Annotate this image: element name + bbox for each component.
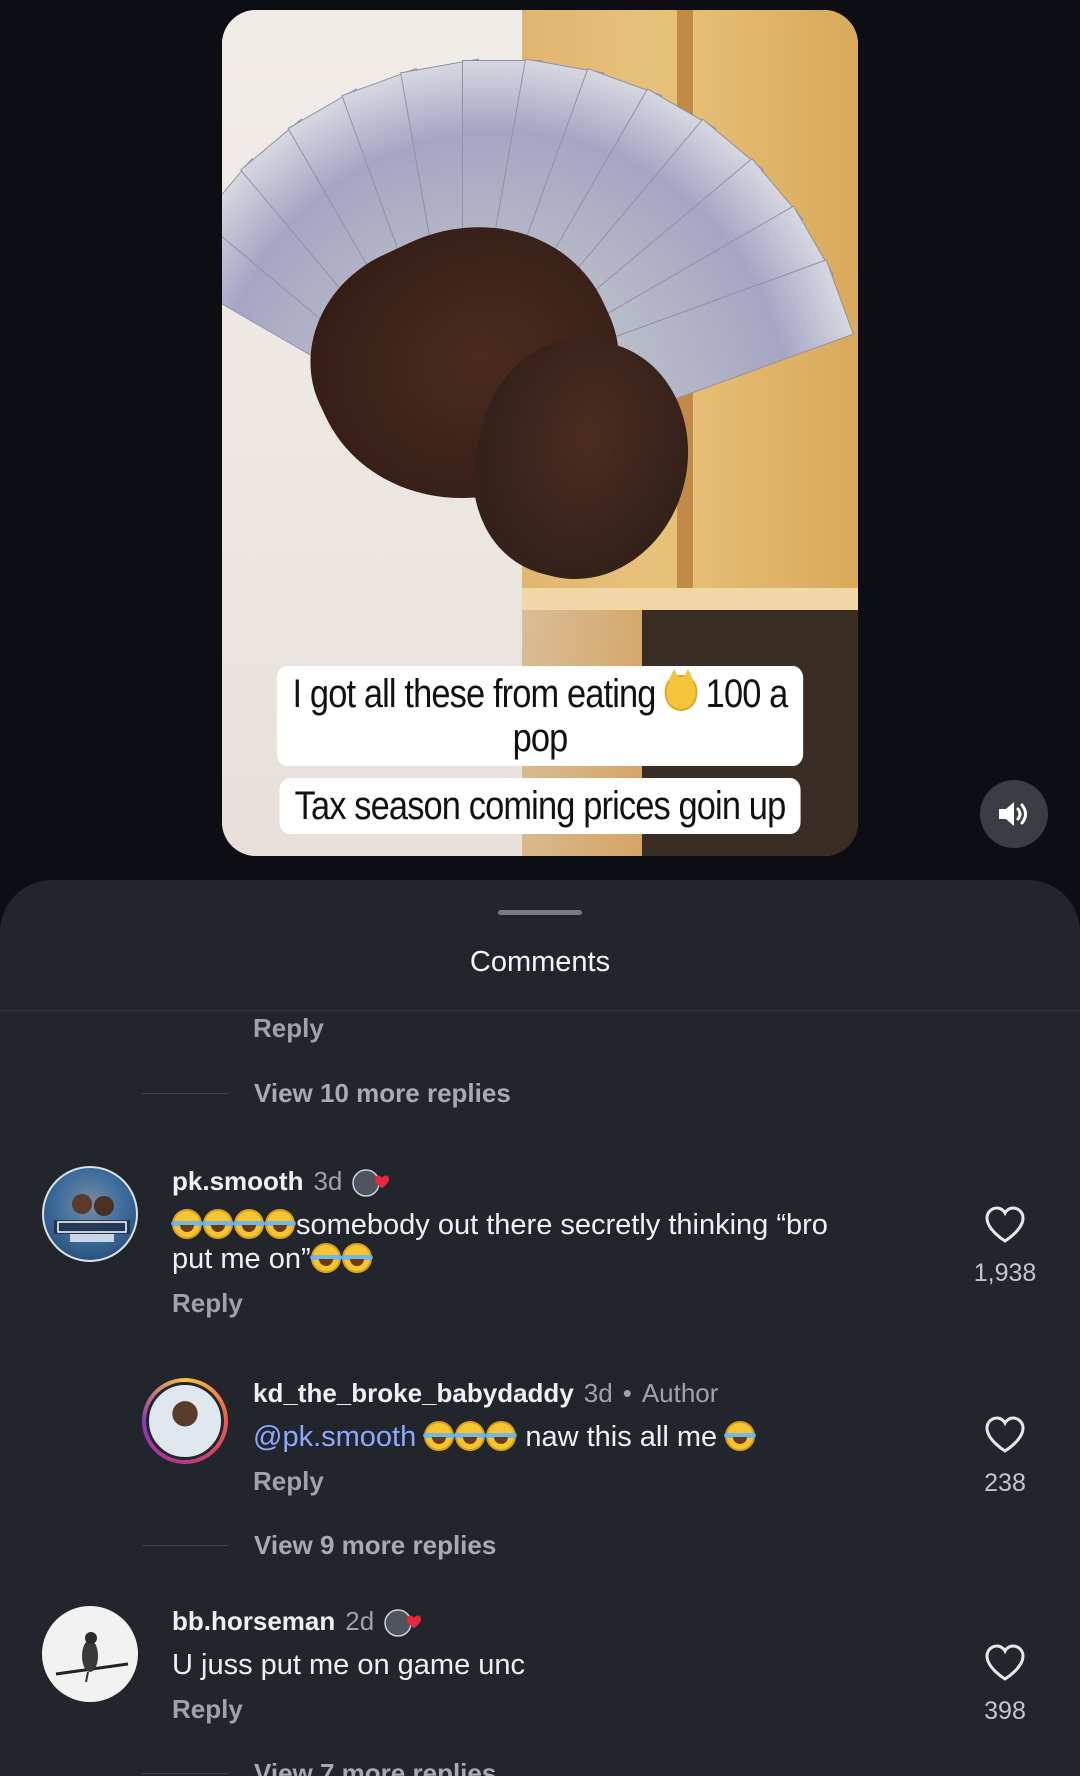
video-caption: I got all these from eating 100 a pop bbox=[76, 666, 1005, 766]
reply-button[interactable]: Reply bbox=[172, 1288, 243, 1319]
like-button[interactable]: 238 bbox=[960, 1416, 1050, 1498]
view-more-replies-label: View 10 more replies bbox=[254, 1077, 511, 1108]
thread-line bbox=[142, 1092, 228, 1094]
caption-text: Tax season coming prices goin up bbox=[279, 778, 801, 834]
comment-text: somebody out there secretly thinking “br… bbox=[171, 1208, 912, 1276]
comment-meta: bb.horseman 2d bbox=[172, 1606, 422, 1637]
like-count: 1,938 bbox=[973, 1259, 1037, 1287]
laughing-emoji-icon bbox=[233, 1209, 265, 1239]
cat-emoji-icon bbox=[664, 669, 697, 711]
creator-liked-icon bbox=[352, 1167, 390, 1197]
like-count: 238 bbox=[984, 1469, 1026, 1497]
view-more-replies-button[interactable]: View 9 more replies bbox=[142, 1528, 496, 1562]
heart-icon bbox=[985, 1416, 1025, 1453]
reply-button[interactable]: Reply bbox=[253, 1013, 324, 1044]
comment-time: 3d bbox=[583, 1378, 613, 1408]
comment-username[interactable]: bb.horseman bbox=[172, 1606, 335, 1637]
avatar bbox=[146, 1382, 224, 1460]
heart-icon bbox=[985, 1206, 1025, 1243]
avatar-image bbox=[54, 1194, 130, 1242]
laughing-emoji-icon bbox=[454, 1421, 487, 1451]
laughing-emoji-icon bbox=[309, 1243, 342, 1273]
drag-handle[interactable] bbox=[498, 910, 582, 915]
comment-meta: kd_the_broke_babydaddy 3d • Author bbox=[253, 1378, 718, 1409]
like-button[interactable]: 1,938 bbox=[960, 1206, 1050, 1288]
comment-text-main: somebody out there secretly thinking “br… bbox=[296, 1209, 828, 1241]
avatar-story-ring[interactable] bbox=[142, 1378, 228, 1464]
comment-text-main: naw this all me bbox=[525, 1421, 718, 1453]
comment-time: 2d bbox=[345, 1606, 375, 1636]
comments-sheet: Comments Reply View 10 more replies pk.s… bbox=[0, 880, 1080, 1776]
comment-username[interactable]: pk.smooth bbox=[172, 1166, 303, 1197]
comment-time: 3d bbox=[313, 1166, 343, 1196]
caption-text: 100 a bbox=[705, 672, 789, 716]
mention-link[interactable]: @pk.smooth bbox=[253, 1421, 416, 1453]
thread-line bbox=[142, 1544, 228, 1546]
laughing-emoji-icon bbox=[485, 1421, 518, 1451]
sound-toggle-button[interactable] bbox=[980, 780, 1048, 848]
video-area: I got all these from eating 100 a pop Ta… bbox=[0, 0, 1080, 880]
laughing-emoji-icon bbox=[724, 1421, 757, 1451]
comment-text: @pk.smooth naw this all me bbox=[253, 1420, 933, 1454]
caption-text: I got all these from eating bbox=[292, 672, 657, 716]
video-caption-2: Tax season coming prices goin up bbox=[76, 778, 1005, 834]
comment-text-line2: put me on” bbox=[172, 1243, 311, 1275]
avatar-image bbox=[55, 1632, 129, 1683]
laughing-emoji-icon bbox=[171, 1209, 203, 1239]
laughing-emoji-icon bbox=[340, 1243, 373, 1273]
reply-button[interactable]: Reply bbox=[253, 1466, 324, 1497]
view-more-replies-button[interactable]: View 10 more replies bbox=[142, 1076, 511, 1110]
reply-button[interactable]: Reply bbox=[172, 1694, 243, 1725]
view-more-replies-button[interactable]: View 7 more replies bbox=[142, 1756, 496, 1776]
divider bbox=[0, 1010, 1080, 1011]
avatar[interactable] bbox=[42, 1606, 138, 1702]
caption-text: pop bbox=[512, 716, 569, 760]
comment-text: U juss put me on game unc bbox=[172, 1649, 526, 1681]
comment-meta: pk.smooth 3d bbox=[172, 1166, 390, 1197]
heart-icon bbox=[985, 1644, 1025, 1681]
author-badge: Author bbox=[641, 1378, 719, 1408]
laughing-emoji-icon bbox=[202, 1209, 234, 1239]
video-window-sill bbox=[522, 588, 858, 610]
view-more-replies-label: View 7 more replies bbox=[254, 1757, 497, 1776]
like-button[interactable]: 398 bbox=[960, 1644, 1050, 1726]
comment-username[interactable]: kd_the_broke_babydaddy bbox=[253, 1378, 574, 1409]
laughing-emoji-icon bbox=[264, 1209, 296, 1239]
comments-title: Comments bbox=[469, 946, 611, 978]
creator-liked-icon bbox=[384, 1607, 422, 1637]
speaker-on-icon bbox=[999, 802, 1027, 826]
view-more-replies-label: View 9 more replies bbox=[254, 1529, 497, 1560]
separator-dot: • bbox=[622, 1378, 632, 1408]
thread-line bbox=[142, 1772, 228, 1774]
avatar[interactable] bbox=[42, 1166, 138, 1262]
like-count: 398 bbox=[984, 1697, 1026, 1725]
laughing-emoji-icon bbox=[423, 1421, 456, 1451]
